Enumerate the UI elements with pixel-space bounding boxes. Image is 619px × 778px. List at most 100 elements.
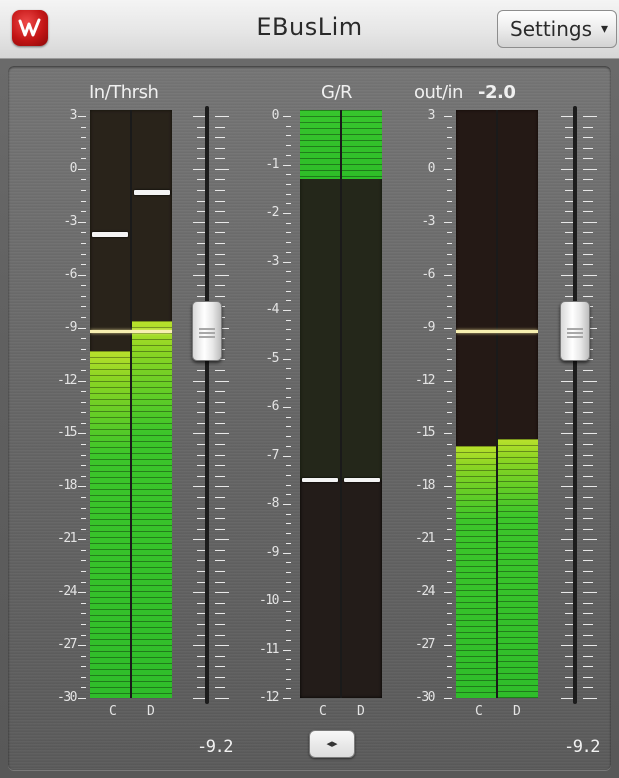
gr-meter-shade [300,179,340,480]
input-scale-label: -30 [57,690,77,705]
output-tick [447,602,452,604]
input-tick [78,274,86,276]
output-tick [447,147,452,149]
input-fader-tick [215,560,225,562]
input-fader-tick [215,274,229,276]
gr-tick [286,688,291,690]
gr-level-bar [342,110,382,180]
gr-level-bar [300,110,340,180]
output-fader-tick [583,571,593,573]
gr-scale-label: -12 [259,690,279,705]
input-fader-tick [215,592,229,594]
input-tick [78,168,86,170]
input-tick [81,454,86,456]
gr-tick [286,630,291,632]
input-tick [81,613,86,615]
output-tick [447,676,452,678]
input-tick [81,158,86,160]
input-tick [81,655,86,657]
output-scale-label: -27 [415,637,435,653]
input-fader-tick [215,190,225,192]
gr-tick [286,329,291,331]
gr-channel-d-label: D [357,704,365,719]
output-tick [447,655,452,657]
gr-tick [286,484,291,486]
output-fader-tick [583,465,593,467]
input-tick [78,645,86,647]
input-channel-separator [130,110,132,698]
input-fader-tick [215,264,225,266]
title-bar: EBusLim Settings ▾ [0,0,619,59]
input-tick [81,676,86,678]
input-fader-tick [215,571,225,573]
input-scale-label: -3 [63,213,77,229]
output-fader-tick [583,274,597,276]
input-tick [78,116,86,117]
output-fader-tick [583,592,597,594]
gr-tick [286,183,291,185]
output-tick [447,317,452,319]
input-tick [81,571,86,573]
output-fader-tick [583,549,593,551]
gr-tick [286,436,291,438]
gr-tick [286,174,291,176]
output-scale-label: -15 [415,425,435,441]
gr-scale-label: -7 [265,447,279,463]
gr-tick [286,319,291,321]
input-tick [81,295,86,297]
input-tick [81,253,86,255]
ceiling-fader-knob[interactable] [560,301,590,362]
threshold-readout: -9.2 [197,737,233,757]
settings-button[interactable]: Settings ▾ [497,10,617,48]
output-tick [447,179,452,181]
output-fader-tick [583,401,593,403]
gr-tick [286,562,291,564]
output-tick [444,433,452,435]
output-fader-tick [583,454,593,456]
gr-tick [283,261,291,263]
output-tick [447,613,452,615]
input-fader-tick [215,369,225,371]
threshold-knob-grip [199,332,215,335]
gr-tick [286,620,291,622]
input-tick [81,147,86,149]
gr-scale-label: -5 [265,350,279,366]
input-fader-tick [215,602,225,604]
gr-scale-label: -11 [259,641,279,657]
input-tick [81,285,86,287]
output-tick [447,454,452,456]
output-fader-tick [583,581,593,583]
output-scale-label: 0 [427,160,436,176]
gr-tick [286,348,291,350]
gr-scale-label: -2 [265,205,279,220]
input-tick [81,623,86,625]
gr-tick [286,474,291,476]
output-tick [447,444,452,446]
output-tick [447,338,452,340]
output-fader-tick [583,645,597,647]
input-tick [81,200,86,202]
input-scale-label: -9 [63,319,77,335]
input-tick [81,369,86,371]
input-fader-tick [215,454,225,456]
input-fader-tick [215,634,225,636]
input-fader-tick [215,623,225,625]
threshold-line [90,330,172,334]
input-fader-tick [215,528,225,530]
input-tick [81,137,86,139]
gr-tick [286,251,291,253]
input-fader-tick [215,645,229,647]
input-fader-tick [215,126,225,128]
output-meter-shade [456,110,496,446]
output-fader-tick [583,412,593,414]
threshold-fader-knob[interactable] [192,301,222,362]
input-fader-tick [215,168,229,170]
gr-tick [286,416,291,418]
gr-tick [286,533,291,535]
input-fader-tick [215,465,225,467]
input-fader-tick [215,401,225,403]
output-tick [447,475,452,477]
input-fader-tick [215,179,225,181]
input-fader-tick [215,581,225,583]
link-button[interactable]: ◂▸ [309,730,355,758]
